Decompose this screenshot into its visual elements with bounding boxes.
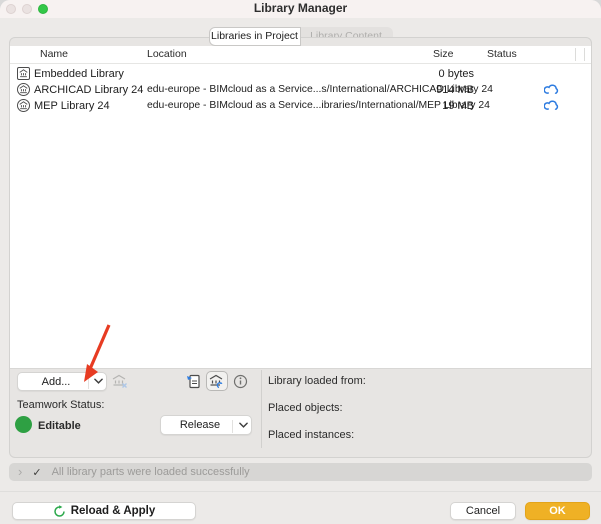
column-header-name[interactable]: Name (40, 46, 68, 63)
footer-divider (0, 491, 601, 492)
library-icon (17, 99, 30, 112)
tab-libraries-in-project[interactable]: Libraries in Project (208, 27, 301, 46)
cloud-sync-icon (544, 83, 560, 97)
library-size: 914 MB (436, 84, 474, 96)
document-arrow-icon (187, 374, 200, 389)
library-size: 19 MB (442, 100, 474, 112)
library-icon (17, 83, 30, 96)
editable-status-icon (15, 416, 32, 433)
library-name: Embedded Library (34, 68, 124, 80)
info-icon (233, 374, 248, 389)
library-sync-button[interactable] (206, 371, 228, 391)
column-header-status[interactable]: Status (487, 46, 517, 63)
cancel-label: Cancel (465, 505, 501, 517)
table-row-embedded-library[interactable]: Embedded Library 0 bytes (10, 66, 591, 82)
release-button-label: Release (179, 419, 221, 431)
table-row-archicad-library[interactable]: ARCHICAD Library 24 edu-europe - BIMclou… (10, 82, 591, 98)
column-divider (575, 48, 576, 61)
reload-icon (53, 504, 66, 518)
table-row-mep-library[interactable]: MEP Library 24 edu-europe - BIMcloud as … (10, 98, 591, 114)
library-manager-dialog: Library Manager Libraries in Project Lib… (0, 0, 601, 524)
library-size: 0 bytes (438, 68, 474, 80)
reload-apply-button[interactable]: Reload & Apply (12, 502, 196, 520)
title-bar: Library Manager (0, 0, 601, 18)
column-header-size[interactable]: Size (433, 46, 453, 63)
status-message-bar[interactable]: › ✓ All library parts were loaded succes… (9, 463, 592, 481)
library-name: MEP Library 24 (34, 100, 110, 112)
controls-divider (261, 370, 262, 448)
library-name: ARCHICAD Library 24 (34, 84, 144, 96)
library-loaded-from-label: Library loaded from: (268, 375, 366, 387)
button-divider (232, 419, 233, 433)
ok-label: OK (549, 505, 566, 517)
library-info-button[interactable] (230, 371, 250, 391)
cloud-sync-icon (544, 99, 560, 113)
embedded-library-icon (17, 67, 30, 80)
ok-button[interactable]: OK (525, 502, 590, 520)
placed-objects-label: Placed objects: (268, 402, 343, 414)
column-header-location[interactable]: Location (147, 46, 187, 63)
release-button[interactable]: Release (160, 415, 252, 435)
button-divider (88, 376, 89, 389)
header-divider (10, 63, 591, 64)
library-list[interactable]: Name Location Size Status Embedded Libra… (10, 46, 591, 369)
teamwork-status-label: Teamwork Status: (17, 399, 105, 411)
teamwork-status-value: Editable (38, 420, 81, 432)
placed-instances-label: Placed instances: (268, 429, 355, 441)
library-sync-icon (209, 374, 225, 389)
window-title: Library Manager (253, 1, 348, 15)
chevron-down-icon (94, 378, 103, 385)
checkmark-icon: ✓ (32, 466, 42, 479)
disclosure-chevron-icon[interactable]: › (18, 464, 22, 480)
remove-library-icon (112, 374, 128, 389)
chevron-down-icon (239, 422, 248, 429)
remove-library-button (108, 372, 131, 391)
cancel-button[interactable]: Cancel (450, 502, 516, 520)
add-button-label: Add... (41, 375, 71, 388)
column-divider (584, 48, 585, 61)
embed-library-part-button[interactable] (183, 371, 204, 391)
status-message: All library parts were loaded successful… (51, 466, 250, 478)
reload-apply-label: Reload & Apply (70, 505, 156, 517)
add-library-button[interactable]: Add... (17, 372, 107, 391)
